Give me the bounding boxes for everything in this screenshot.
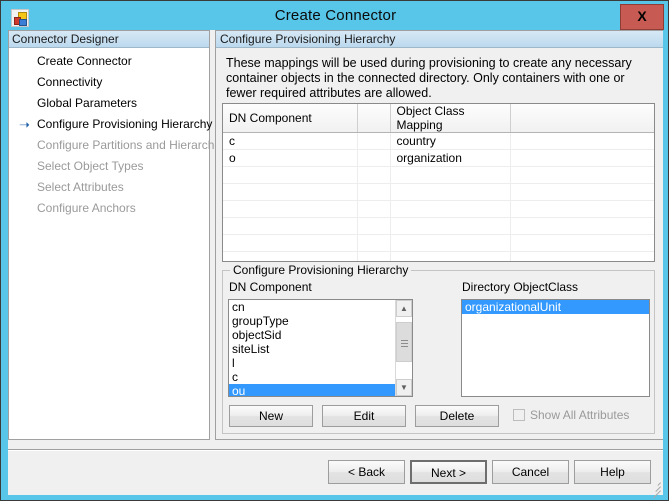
table-row-empty[interactable]	[223, 251, 654, 261]
delete-button[interactable]: Delete	[415, 405, 499, 427]
cell-dn-component: o	[223, 149, 358, 167]
intro-description: These mappings will be used during provi…	[226, 56, 632, 100]
list-item[interactable]: groupType	[229, 314, 397, 328]
table-row-empty[interactable]	[223, 166, 654, 184]
group-title: Configure Provisioning Hierarchy	[230, 263, 412, 277]
sidebar-nav-list: Create Connector Connectivity Global Par…	[9, 48, 230, 219]
connector-designer-panel: Connector Designer Create Connector Conn…	[8, 30, 230, 440]
sidebar-item-connectivity[interactable]: Connectivity	[9, 72, 209, 93]
mapping-table: DN Component Object Class Mapping c coun…	[223, 104, 654, 261]
show-all-attributes-checkbox: Show All Attributes	[513, 408, 629, 422]
sidebar-item-label: Configure Partitions and Hierarchies	[37, 138, 230, 152]
column-header-spacer[interactable]	[357, 104, 391, 133]
list-item[interactable]: c	[229, 370, 397, 384]
edit-button[interactable]: Edit	[322, 405, 406, 427]
table-row-empty[interactable]	[223, 234, 654, 252]
create-connector-dialog: Create Connector X Connector Designer Cr…	[0, 0, 669, 501]
list-item-selected[interactable]: organizationalUnit	[462, 300, 649, 314]
checkbox-box-icon	[513, 409, 525, 421]
sidebar-item-label: Global Parameters	[37, 96, 138, 110]
table-header-row: DN Component Object Class Mapping	[223, 104, 654, 133]
sidebar-item-select-object-types: Select Object Types	[9, 156, 209, 177]
scroll-up-arrow-icon[interactable]: ▲	[396, 300, 412, 317]
close-button[interactable]: X	[620, 4, 664, 30]
list-item[interactable]: l	[229, 356, 397, 370]
list-item[interactable]: cn	[229, 300, 397, 314]
title-bar: Create Connector X	[2, 2, 668, 30]
list-item[interactable]: siteList	[229, 342, 397, 356]
sidebar-item-configure-anchors: Configure Anchors	[9, 198, 209, 219]
cell-trailing	[510, 132, 654, 150]
table-row[interactable]: c country	[223, 132, 654, 150]
new-button[interactable]: New	[229, 405, 313, 427]
sidebar-item-label: Connectivity	[37, 75, 103, 89]
dn-component-label: DN Component	[229, 280, 312, 294]
list-item-selected[interactable]: ou	[229, 384, 397, 396]
column-header-object-class-mapping[interactable]: Object Class Mapping	[390, 104, 511, 133]
list-item[interactable]: objectSid	[229, 328, 397, 342]
checkbox-label: Show All Attributes	[530, 408, 630, 422]
directory-objectclass-label: Directory ObjectClass	[462, 280, 579, 294]
resize-grip[interactable]	[648, 480, 662, 499]
sidebar-item-label: Create Connector	[37, 54, 132, 68]
mapping-grid[interactable]: DN Component Object Class Mapping c coun…	[222, 103, 655, 262]
directory-objectclass-listbox[interactable]: organizationalUnit	[461, 299, 650, 397]
back-button[interactable]: < Back	[328, 460, 405, 484]
sidebar-item-configure-partitions-and-hierarchies: Configure Partitions and Hierarchies	[9, 135, 230, 156]
configure-provisioning-hierarchy-group: Configure Provisioning Hierarchy DN Comp…	[222, 263, 655, 434]
footer-button-bar: < Back Next > Cancel Help	[8, 451, 663, 499]
table-row[interactable]: o organization	[223, 149, 654, 167]
cell-trailing	[510, 149, 654, 167]
table-row-empty[interactable]	[223, 200, 654, 218]
sidebar-item-label: Select Attributes	[37, 180, 124, 194]
dn-list-scrollbar[interactable]: ▲ ▼	[395, 300, 412, 396]
dn-component-listbox[interactable]: cn groupType objectSid siteList l c ou ▲…	[228, 299, 413, 397]
help-button[interactable]: Help	[574, 460, 651, 484]
sidebar-item-label: Select Object Types	[37, 159, 144, 173]
cell-dn-component: c	[223, 132, 358, 150]
current-step-arrow-icon: ➝	[19, 117, 30, 132]
window-title: Create Connector	[274, 7, 397, 24]
table-row-empty[interactable]	[223, 183, 654, 201]
column-header-dn-component[interactable]: DN Component	[223, 104, 358, 133]
sidebar-item-label: Configure Provisioning Hierarchy	[37, 117, 213, 131]
column-header-trailing[interactable]	[510, 104, 654, 133]
cell-spacer	[357, 132, 391, 150]
cell-object-class-mapping: organization	[390, 149, 511, 167]
sidebar-item-global-parameters[interactable]: Global Parameters	[9, 93, 209, 114]
scrollbar-thumb[interactable]	[396, 322, 412, 362]
dn-component-list: cn groupType objectSid siteList l c ou	[229, 300, 397, 396]
cell-spacer	[357, 149, 391, 167]
sidebar-item-label: Configure Anchors	[37, 201, 136, 215]
content-header: Configure Provisioning Hierarchy	[216, 31, 663, 48]
table-row-empty[interactable]	[223, 217, 654, 235]
cancel-button[interactable]: Cancel	[492, 460, 569, 484]
cell-object-class-mapping: country	[390, 132, 511, 150]
content-panel: Configure Provisioning Hierarchy These m…	[215, 30, 663, 440]
next-button[interactable]: Next >	[410, 460, 487, 484]
dialog-client-area: Connector Designer Create Connector Conn…	[8, 30, 663, 499]
sidebar-item-create-connector[interactable]: Create Connector	[9, 51, 209, 72]
sidebar-item-select-attributes: Select Attributes	[9, 177, 209, 198]
sidebar-header: Connector Designer	[9, 31, 209, 48]
scroll-down-arrow-icon[interactable]: ▼	[396, 379, 412, 396]
sidebar-item-configure-provisioning-hierarchy[interactable]: ➝ Configure Provisioning Hierarchy	[9, 114, 213, 135]
